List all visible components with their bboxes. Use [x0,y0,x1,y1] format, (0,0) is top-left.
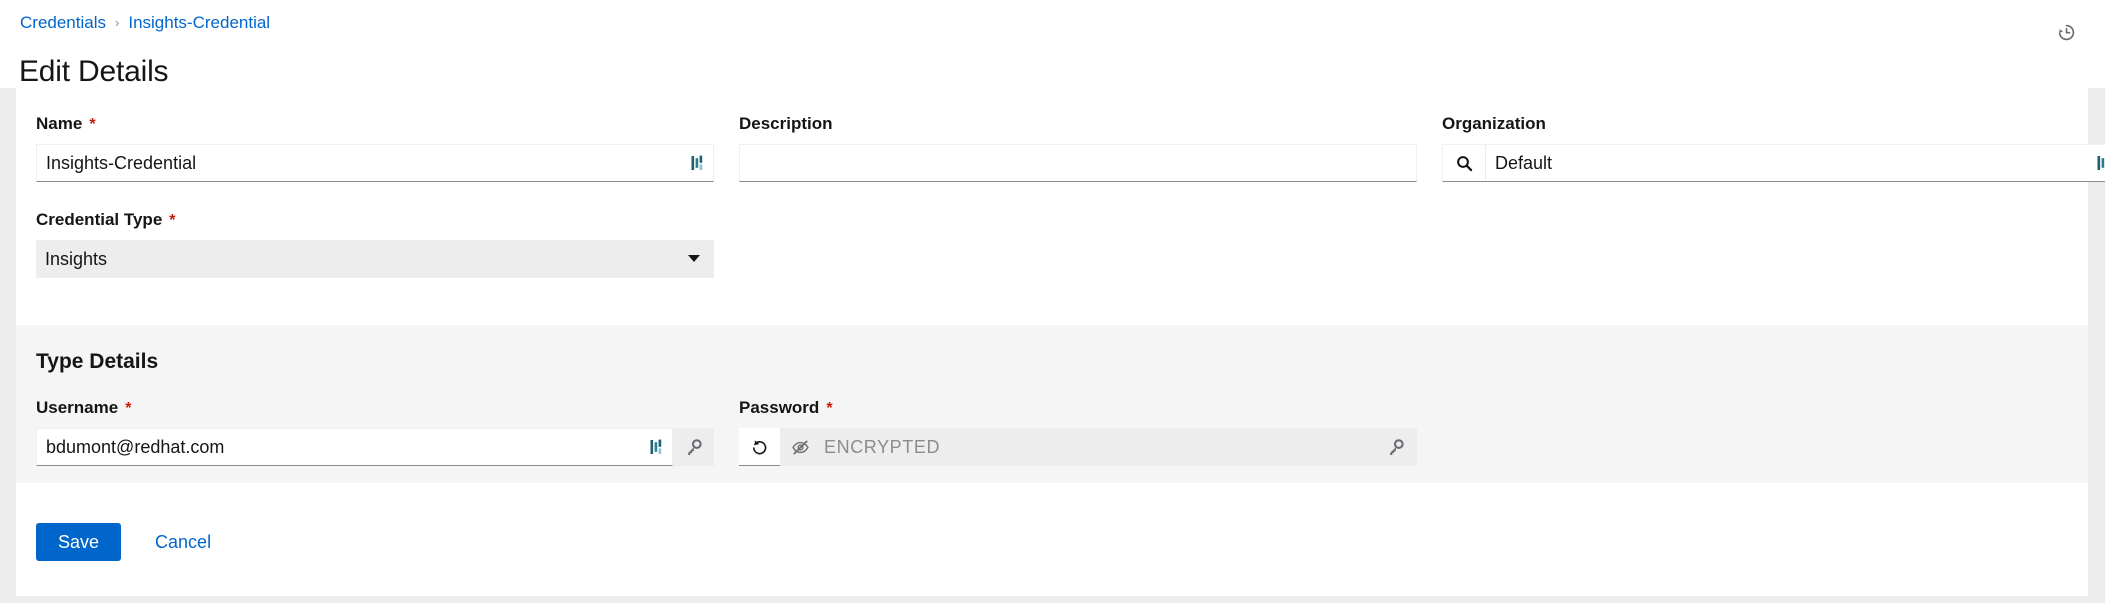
name-label: Name [36,114,83,133]
form-row-2: Credential Type * Insights [36,210,2068,278]
form-row-2-spacer-b [1442,210,2105,278]
description-input[interactable] [740,144,1416,182]
credential-type-select[interactable]: Insights [36,240,714,278]
credential-type-label: Credential Type [36,210,163,229]
field-name: Name * [36,114,714,182]
organization-input[interactable] [1486,144,2097,182]
name-input-wrapper[interactable] [36,144,714,182]
field-organization: Organization [1442,114,2105,182]
autofill-indicator-icon[interactable] [691,155,705,172]
username-label: Username [36,398,119,417]
password-input-group [739,428,1417,466]
organization-label: Organization [1442,114,1546,133]
edit-details-card: Name * Insights-Credential Description O… [16,88,2105,596]
autofill-indicator-icon[interactable] [650,439,664,456]
form-row-1: Name * Insights-Credential Description O… [36,114,2105,182]
description-label-wrap: Description [739,114,1417,134]
password-required-indicator: * [826,400,833,417]
username-input-wrapper[interactable] [36,428,673,466]
form-top-section: Name * Insights-Credential Description O… [16,88,2105,278]
password-revert-button[interactable] [739,428,780,466]
name-required-indicator: * [89,116,96,133]
name-label-wrap: Name * [36,114,714,134]
field-password: Password * [739,398,1417,466]
history-revert-icon-button[interactable] [2051,17,2081,47]
page-title: Edit Details [19,55,169,89]
password-key-button[interactable] [1373,428,1417,466]
credential-type-selected-value: Insights [45,248,108,269]
eye-slash-icon [791,440,809,454]
type-details-spacer [1442,398,2105,466]
form-actions: Save Cancel [16,523,2088,561]
revert-icon [752,440,767,455]
save-button[interactable]: Save [36,523,122,561]
type-details-row: Username * bdumont@redhat.com Password *… [36,398,2068,466]
field-username: Username * [36,398,714,466]
username-key-button[interactable] [673,428,714,466]
cancel-button[interactable]: Cancel [139,523,227,561]
password-label: Password [739,398,820,417]
page-header: Credentials › Insights-Credential Edit D… [0,0,2105,88]
breadcrumb-separator-icon: › [115,15,120,30]
username-required-indicator: * [125,400,132,417]
breadcrumb-link-credentials[interactable]: Credentials [20,13,106,33]
key-icon [1389,438,1404,455]
field-description: Description [739,114,1417,182]
autofill-indicator-icon[interactable] [2097,155,2105,172]
credential-type-label-wrap: Credential Type * [36,210,714,230]
username-label-wrap: Username * [36,398,714,418]
breadcrumb-link-current[interactable]: Insights-Credential [128,13,270,33]
organization-input-wrapper[interactable] [1442,144,2105,182]
page-root: Credentials › Insights-Credential Edit D… [0,0,2105,603]
credential-type-required-indicator: * [169,212,176,229]
chevron-down-icon [688,255,700,262]
password-visibility-toggle[interactable] [780,428,820,466]
type-details-title: Type Details [36,350,159,373]
organization-label-wrap: Organization [1442,114,2105,134]
breadcrumb: Credentials › Insights-Credential [20,13,270,33]
description-label: Description [739,114,833,133]
form-row-2-spacer-a [739,210,1417,278]
description-input-wrapper[interactable] [739,144,1417,182]
password-input[interactable] [820,428,1373,466]
username-input[interactable] [37,428,650,466]
field-credential-type: Credential Type * Insights [36,210,714,278]
key-icon [688,438,702,455]
type-details-section: Type Details Username * bdumont@redhat.c… [16,325,2088,483]
organization-search-button[interactable] [1443,145,1486,181]
search-icon [1456,155,1472,171]
password-label-wrap: Password * [739,398,1417,418]
name-input[interactable] [37,144,691,182]
username-input-group [36,428,714,466]
history-revert-icon [2058,24,2074,40]
